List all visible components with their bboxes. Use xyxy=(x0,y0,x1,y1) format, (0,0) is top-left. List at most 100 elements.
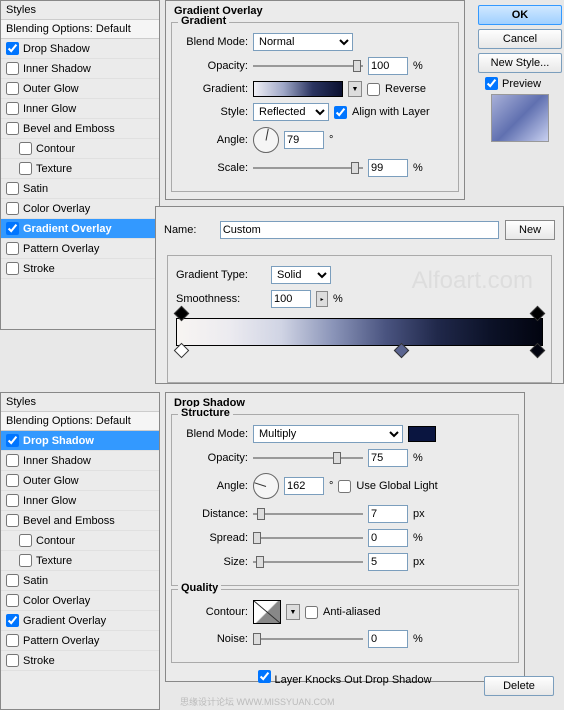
opacity-label: Opacity: xyxy=(180,60,248,72)
delete-button[interactable]: Delete xyxy=(484,676,554,696)
style-checkbox[interactable] xyxy=(6,262,19,275)
ds-opacity-input[interactable] xyxy=(368,449,408,467)
style-checkbox[interactable] xyxy=(6,222,19,235)
size-slider[interactable] xyxy=(253,555,363,569)
style-item-contour[interactable]: Contour xyxy=(1,531,159,551)
opacity-slider[interactable] xyxy=(253,59,363,73)
style-item-drop-shadow[interactable]: Drop Shadow xyxy=(1,431,159,451)
style-item-satin[interactable]: Satin xyxy=(1,571,159,591)
style-item-outer-glow[interactable]: Outer Glow xyxy=(1,471,159,491)
name-input[interactable] xyxy=(220,221,499,239)
knockout-checkbox[interactable] xyxy=(258,670,271,683)
style-item-inner-glow[interactable]: Inner Glow xyxy=(1,99,159,119)
spread-input[interactable] xyxy=(368,529,408,547)
align-checkbox[interactable] xyxy=(334,106,347,119)
new-style-button[interactable]: New Style... xyxy=(478,53,562,73)
ds-opacity-slider[interactable] xyxy=(253,451,363,465)
ds-angle-dial[interactable] xyxy=(253,473,279,499)
style-item-gradient-overlay[interactable]: Gradient Overlay xyxy=(1,219,159,239)
style-item-inner-glow[interactable]: Inner Glow xyxy=(1,491,159,511)
style-item-bevel-and-emboss[interactable]: Bevel and Emboss xyxy=(1,119,159,139)
style-label: Stroke xyxy=(23,655,55,667)
spread-slider[interactable] xyxy=(253,531,363,545)
style-item-stroke[interactable]: Stroke xyxy=(1,259,159,279)
style-item-texture[interactable]: Texture xyxy=(1,159,159,179)
style-checkbox[interactable] xyxy=(6,634,19,647)
style-checkbox[interactable] xyxy=(19,162,32,175)
blending-options[interactable]: Blending Options: Default xyxy=(1,20,159,39)
size-input[interactable] xyxy=(368,553,408,571)
style-checkbox[interactable] xyxy=(6,574,19,587)
style-checkbox[interactable] xyxy=(6,434,19,447)
smoothness-input[interactable] xyxy=(271,290,311,308)
style-item-stroke[interactable]: Stroke xyxy=(1,651,159,671)
ds-angle-label: Angle: xyxy=(180,480,248,492)
scale-input[interactable] xyxy=(368,159,408,177)
distance-input[interactable] xyxy=(368,505,408,523)
scale-slider[interactable] xyxy=(253,161,363,175)
ds-blend-mode-select[interactable]: Multiply xyxy=(253,425,403,443)
style-item-texture[interactable]: Texture xyxy=(1,551,159,571)
style-item-contour[interactable]: Contour xyxy=(1,139,159,159)
style-item-satin[interactable]: Satin xyxy=(1,179,159,199)
style-checkbox[interactable] xyxy=(6,82,19,95)
style-checkbox[interactable] xyxy=(19,534,32,547)
blend-mode-select[interactable]: Normal xyxy=(253,33,353,51)
gradient-swatch[interactable] xyxy=(253,81,343,97)
noise-slider[interactable] xyxy=(253,632,363,646)
style-checkbox[interactable] xyxy=(6,62,19,75)
style-item-inner-shadow[interactable]: Inner Shadow xyxy=(1,451,159,471)
style-checkbox[interactable] xyxy=(6,474,19,487)
noise-input[interactable] xyxy=(368,630,408,648)
opacity-input[interactable] xyxy=(368,57,408,75)
grad-type-select[interactable]: Solid xyxy=(271,266,331,284)
new-button[interactable]: New xyxy=(505,220,555,240)
style-checkbox[interactable] xyxy=(6,454,19,467)
style-checkbox[interactable] xyxy=(6,202,19,215)
gradient-dropdown-icon[interactable]: ▼ xyxy=(348,81,362,97)
preview-checkbox[interactable] xyxy=(485,77,498,90)
style-item-drop-shadow[interactable]: Drop Shadow xyxy=(1,39,159,59)
style-checkbox[interactable] xyxy=(6,614,19,627)
global-light-checkbox[interactable] xyxy=(338,480,351,493)
smoothness-stepper-icon[interactable]: ▸ xyxy=(316,291,328,307)
style-select[interactable]: Reflected xyxy=(253,103,329,121)
style-checkbox[interactable] xyxy=(6,654,19,667)
style-checkbox[interactable] xyxy=(6,42,19,55)
shadow-color-swatch[interactable] xyxy=(408,426,436,442)
style-label: Pattern Overlay xyxy=(23,635,99,647)
ds-angle-input[interactable] xyxy=(284,477,324,495)
antialiased-label: Anti-aliased xyxy=(323,606,380,618)
ok-button[interactable]: OK xyxy=(478,5,562,25)
style-checkbox[interactable] xyxy=(19,554,32,567)
style-checkbox[interactable] xyxy=(6,122,19,135)
style-item-gradient-overlay[interactable]: Gradient Overlay xyxy=(1,611,159,631)
style-item-pattern-overlay[interactable]: Pattern Overlay xyxy=(1,239,159,259)
antialiased-checkbox[interactable] xyxy=(305,606,318,619)
style-checkbox[interactable] xyxy=(6,594,19,607)
distance-slider[interactable] xyxy=(253,507,363,521)
gradient-ramp[interactable] xyxy=(176,318,543,346)
reverse-checkbox[interactable] xyxy=(367,83,380,96)
angle-input[interactable] xyxy=(284,131,324,149)
style-item-color-overlay[interactable]: Color Overlay xyxy=(1,591,159,611)
style-checkbox[interactable] xyxy=(19,142,32,155)
style-item-inner-shadow[interactable]: Inner Shadow xyxy=(1,59,159,79)
contour-swatch[interactable] xyxy=(253,600,281,624)
percent-label-3: % xyxy=(333,293,343,305)
blending-options-2[interactable]: Blending Options: Default xyxy=(1,412,159,431)
gradient-editor-panel: Name: New Gradient Type: Solid Smoothnes… xyxy=(155,206,564,384)
style-item-outer-glow[interactable]: Outer Glow xyxy=(1,79,159,99)
style-item-pattern-overlay[interactable]: Pattern Overlay xyxy=(1,631,159,651)
cancel-button[interactable]: Cancel xyxy=(478,29,562,49)
style-item-color-overlay[interactable]: Color Overlay xyxy=(1,199,159,219)
style-checkbox[interactable] xyxy=(6,514,19,527)
style-checkbox[interactable] xyxy=(6,102,19,115)
angle-dial[interactable] xyxy=(253,127,279,153)
style-checkbox[interactable] xyxy=(6,182,19,195)
contour-dropdown-icon[interactable]: ▼ xyxy=(286,604,300,620)
style-checkbox[interactable] xyxy=(6,494,19,507)
angle-label: Angle: xyxy=(180,134,248,146)
style-item-bevel-and-emboss[interactable]: Bevel and Emboss xyxy=(1,511,159,531)
style-checkbox[interactable] xyxy=(6,242,19,255)
